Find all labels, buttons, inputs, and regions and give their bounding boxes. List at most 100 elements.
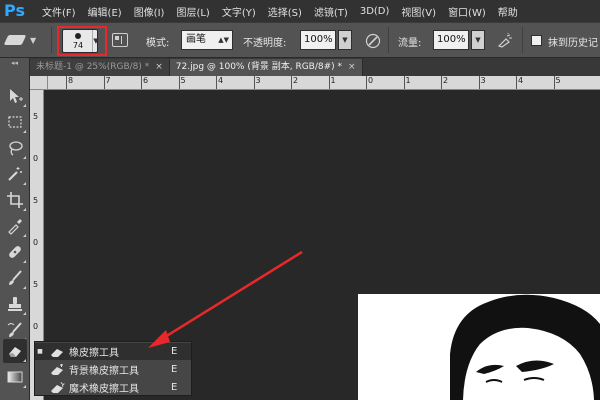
ruler-tick-label: 0 [33,154,39,163]
ruler-tick-label: 3 [480,76,486,85]
menu-type[interactable]: 文字(Y) [222,4,256,19]
tab-72-jpg[interactable]: 72.jpg @ 100% (背景 副本, RGB/8#) * × [169,59,363,76]
ruler-tick [478,76,480,89]
menu-select[interactable]: 选择(S) [268,4,302,19]
chevron-down-icon: ▲▼ [218,36,229,44]
ruler-tick-label: 5 [33,112,39,121]
submenu-indicator-icon [23,260,26,263]
document-image[interactable] [358,294,600,400]
divider [522,27,523,53]
opacity-dropdown[interactable]: ▼ [338,30,352,50]
chevron-down-icon: ▼ [30,35,37,45]
submenu-indicator-icon [23,104,26,107]
tab-untitled-1[interactable]: 未标题-1 @ 25%(RGB/8) * × [30,59,170,76]
eraser-tool[interactable] [3,339,27,363]
flyout-item-magic-eraser[interactable]: 魔术橡皮擦工具 E [35,379,191,396]
tool-preset-picker[interactable]: ▼ [3,27,46,53]
close-icon[interactable]: × [348,62,356,72]
ruler-tick-label: 5 [180,76,186,85]
stamp-icon [8,297,22,311]
ruler-origin[interactable] [30,76,48,90]
tools-panel: ◂◂ [0,58,30,400]
magic-wand-tool[interactable] [3,162,27,186]
ruler-tick-label: 5 [555,76,561,85]
submenu-indicator-icon [23,234,26,237]
eraser-icon [3,35,27,45]
menu-filter[interactable]: 滤镜(T) [314,4,348,19]
brush-tool[interactable] [3,266,27,290]
crop-tool[interactable] [3,188,27,212]
ruler-tick [253,76,255,89]
menu-edit[interactable]: 编辑(E) [88,4,122,19]
submenu-indicator-icon [23,359,26,362]
ruler-tick-label: 7 [105,76,111,85]
ruler-tick [403,76,405,89]
opacity-pressure-icon[interactable] [365,33,381,49]
flow-label: 流量: [398,38,422,49]
tab-label: 72.jpg @ 100% (背景 副本, RGB/8#) * [175,62,343,72]
ruler-tick [103,76,105,89]
opacity-input[interactable]: 100% [300,30,336,50]
ruler-tick [366,76,367,89]
flyout-item-background-eraser[interactable]: 背景橡皮擦工具 E [35,361,191,378]
mode-select[interactable]: 画笔 ▲▼ [181,30,233,50]
marquee-tool[interactable] [3,110,27,134]
background-eraser-icon [51,363,63,375]
lasso-tool[interactable] [3,136,27,160]
gradient-icon [7,371,23,383]
menu-layer[interactable]: 图层(L) [176,4,209,19]
ruler-tick-label: 1 [330,76,336,85]
brush-panel-icon[interactable] [112,33,128,47]
eyedropper-tool[interactable] [3,214,27,238]
ruler-tick [66,76,67,89]
ruler-tick [141,76,142,89]
menu-3d[interactable]: 3D(D) [360,6,390,17]
ruler-tick-label: 0 [368,76,374,85]
ruler-tick-label: 0 [33,238,39,247]
flyout-label: 魔术橡皮擦工具 [69,384,139,395]
flow-dropdown[interactable]: ▼ [471,30,485,50]
menu-bar: Ps 文件(F) 编辑(E) 图像(I) 图层(L) 文字(Y) 选择(S) 滤… [0,0,600,22]
eyedropper-icon [8,219,22,235]
submenu-indicator-icon [23,312,26,315]
ruler-tick-label: 4 [218,76,224,85]
menu-file[interactable]: 文件(F) [42,4,76,19]
photoshop-logo: Ps [4,1,25,20]
airbrush-icon[interactable] [497,33,513,49]
tab-label: 未标题-1 @ 25%(RGB/8) * [36,62,150,72]
move-icon [10,89,23,103]
mode-value: 画笔 [186,34,206,45]
ruler-tick-label: 5 [33,196,39,205]
shortcut-key: E [171,382,178,393]
ruler-tick-label: 2 [293,76,299,85]
shortcut-key: E [171,364,178,375]
erase-to-history-checkbox[interactable] [531,35,542,46]
ruler-tick-label: 8 [68,76,74,85]
submenu-indicator-icon [23,156,26,159]
menu-view[interactable]: 视图(V) [401,4,436,19]
ruler-tick [441,76,442,89]
submenu-indicator-icon [23,182,26,185]
flyout-item-eraser[interactable]: ■ 橡皮擦工具 E [35,343,191,360]
ruler-tick-label: 3 [255,76,261,85]
ruler-tick-label: 0 [33,322,39,331]
horizontal-ruler[interactable]: 8 7 6 5 4 3 2 1 0 1 2 3 4 5 [48,76,600,90]
ruler-tick-label: 5 [33,280,39,289]
clone-stamp-tool[interactable] [3,292,27,316]
panel-grip-icon[interactable]: ◂◂ [0,58,29,68]
history-brush-icon [7,322,22,337]
close-icon[interactable]: × [155,62,163,72]
submenu-indicator-icon [23,208,26,211]
ruler-tick [516,76,517,89]
menu-help[interactable]: 帮助 [498,4,518,19]
flyout-label: 橡皮擦工具 [69,348,119,359]
healing-brush-tool[interactable] [3,240,27,264]
move-tool[interactable] [3,84,27,108]
menu-image[interactable]: 图像(I) [134,4,165,19]
eraser-tool-flyout: ■ 橡皮擦工具 E 背景橡皮擦工具 E 魔术橡皮擦工具 E [34,341,192,396]
selected-bullet-icon: ■ [37,348,43,355]
flow-input[interactable]: 100% [433,30,469,50]
ruler-tick-label: 2 [443,76,449,85]
gradient-tool[interactable] [3,365,27,389]
menu-window[interactable]: 窗口(W) [448,4,486,19]
